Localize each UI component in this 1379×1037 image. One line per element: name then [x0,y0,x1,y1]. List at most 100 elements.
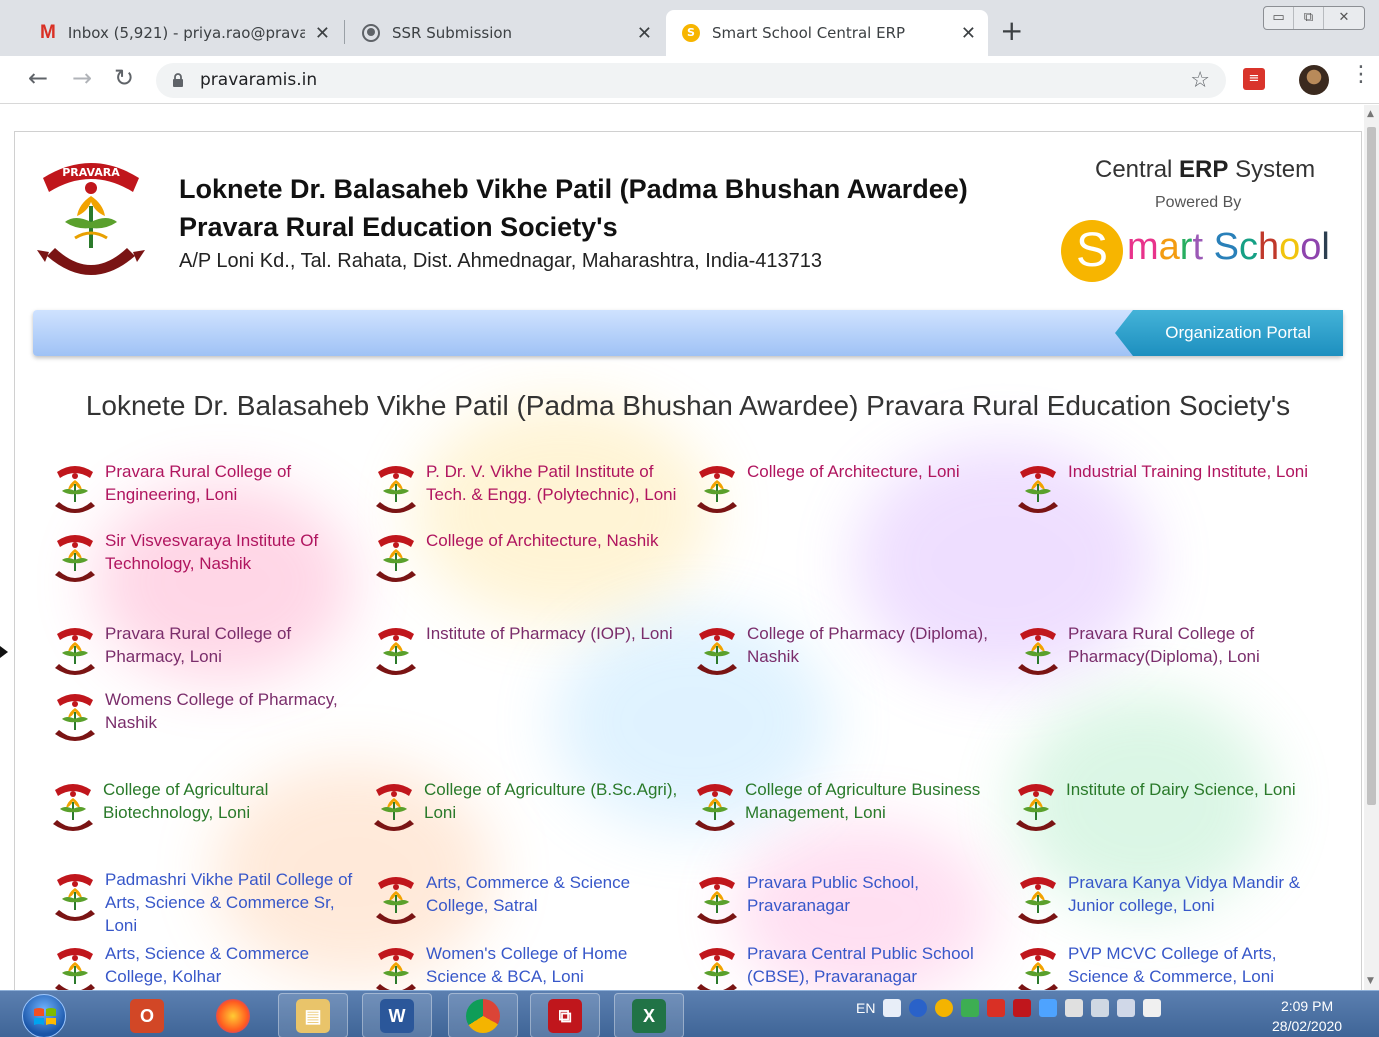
institution-link[interactable]: Pravara Central Public School (CBSE), Pr… [693,942,1003,990]
close-tab-icon[interactable]: ✕ [961,23,976,44]
back-button[interactable]: ← [28,64,48,92]
close-window-button[interactable]: ✕ [1324,7,1364,29]
organization-portal-button[interactable]: Organization Portal [1115,310,1343,356]
institution-link[interactable]: College of Agriculture Business Manageme… [691,778,1001,832]
institution-name[interactable]: Industrial Training Institute, Loni [1068,460,1308,483]
browser-toolbar: ← → ↻ pravaramis.in ☆ [0,56,1379,104]
page-viewport: PRAVARA 1964 Loknete Dr. Balasaheb Vikhe… [0,105,1364,990]
institution-name[interactable]: College of Agriculture Business Manageme… [745,778,1001,824]
tab-gmail[interactable]: M Inbox (5,921) - priya.rao@pravara ✕ [24,10,342,56]
reload-button[interactable]: ↻ [114,64,134,92]
pravara-emblem-icon [51,460,99,514]
language-indicator[interactable]: EN [856,1000,875,1016]
chrome-tray-icon[interactable] [935,999,954,1017]
institution-link[interactable]: Womens College of Pharmacy, Nashik [51,688,361,742]
institution-name[interactable]: College of Agriculture (B.Sc.Agri), Loni [424,778,680,824]
institution-link[interactable]: Institute of Pharmacy (IOP), Loni [372,622,682,676]
institution-link[interactable]: College of Architecture, Nashik [372,529,682,583]
institution-name[interactable]: College of Pharmacy (Diploma), Nashik [747,622,1003,668]
flag-tray-icon[interactable] [1065,999,1084,1017]
firefox-taskbar-button[interactable] [198,993,268,1037]
institution-name[interactable]: Pravara Rural College of Pharmacy(Diplom… [1068,622,1324,668]
close-tab-icon[interactable]: ✕ [315,23,330,44]
institution-link[interactable]: Arts, Commerce & Science College, Satral [372,871,682,925]
institution-link[interactable]: Industrial Training Institute, Loni [1014,460,1324,514]
extension-icon[interactable]: ≡ [1243,68,1265,90]
institution-link[interactable]: P. Dr. V. Vikhe Patil Institute of Tech.… [372,460,682,514]
institution-name[interactable]: Pravara Kanya Vidya Mandir & Junior coll… [1068,871,1324,917]
check-tray-icon[interactable] [961,999,980,1017]
institution-name[interactable]: Pravara Central Public School (CBSE), Pr… [747,942,1003,988]
remote-desktop-icon: ⧉ [548,998,582,1033]
tab-smart-school[interactable]: S Smart School Central ERP ✕ [666,10,988,56]
volume-tray-icon[interactable] [1143,999,1162,1017]
pdf-tray-icon[interactable] [883,999,902,1017]
profile-avatar[interactable] [1299,65,1329,95]
institution-name[interactable]: Pravara Public School, Pravaranagar [747,871,1003,917]
minimize-button[interactable]: ▭ [1264,7,1294,29]
chrome-taskbar-button[interactable] [448,993,518,1037]
network-tray-icon[interactable] [1091,999,1110,1017]
vpn-tray-icon[interactable] [1013,999,1032,1017]
institution-name[interactable]: PVP MCVC College of Arts, Science & Comm… [1068,942,1324,988]
institution-link[interactable]: College of Agricultural Biotechnology, L… [49,778,359,832]
pravara-emblem-icon [1012,778,1060,832]
pravara-emblem-icon [372,942,420,990]
institution-link[interactable]: Padmashri Vikhe Patil College of Arts, S… [51,868,361,937]
institution-name[interactable]: Pravara Rural College of Pharmacy, Loni [105,622,361,668]
word-taskbar-button[interactable]: W [362,993,432,1037]
tab-title: Smart School Central ERP [712,24,906,42]
institution-name[interactable]: Pravara Rural College of Engineering, Lo… [105,460,361,506]
institution-link[interactable]: College of Architecture, Loni [693,460,1003,514]
taskbar-clock[interactable]: 2:09 PM 28/02/2020 [1272,996,1342,1036]
institution-link[interactable]: Pravara Rural College of Pharmacy(Diplom… [1014,622,1324,676]
scroll-up-arrow[interactable]: ▲ [1367,109,1374,119]
close-tab-icon[interactable]: ✕ [637,23,652,44]
new-tab-button[interactable]: + [1000,14,1023,47]
institution-name[interactable]: Sir Visvesvaraya Institute Of Technology… [105,529,361,575]
institution-link[interactable]: Pravara Kanya Vidya Mandir & Junior coll… [1014,871,1324,925]
institution-name[interactable]: Arts, Commerce & Science College, Satral [426,871,682,917]
signal-tray-icon[interactable] [1117,999,1136,1017]
snowflake-tray-icon[interactable] [1039,999,1058,1017]
institution-link[interactable]: College of Pharmacy (Diploma), Nashik [693,622,1003,676]
institution-link[interactable]: Institute of Dairy Science, Loni [1012,778,1322,832]
tab-ssr-submission[interactable]: SSR Submission ✕ [346,10,664,56]
address-bar[interactable]: pravaramis.in ☆ [156,63,1226,98]
browser-menu-icon[interactable]: ⋮ [1350,62,1372,87]
institution-link[interactable]: Sir Visvesvaraya Institute Of Technology… [51,529,361,583]
help-tray-icon[interactable] [909,999,928,1017]
page-scrollbar[interactable]: ▲ ▼ [1364,105,1379,990]
remote-desktop-taskbar-button[interactable]: ⧉ [530,993,600,1037]
institution-name[interactable]: College of Architecture, Loni [747,460,960,483]
institution-name[interactable]: Institute of Pharmacy (IOP), Loni [426,622,673,645]
institution-name[interactable]: College of Agricultural Biotechnology, L… [103,778,359,824]
wordmark-letter: c [1238,226,1258,268]
explorer-taskbar-button[interactable]: ▤ [278,993,348,1037]
institution-link[interactable]: Pravara Public School, Pravaranagar [693,871,1003,925]
start-button[interactable] [22,994,66,1037]
institution-name[interactable]: P. Dr. V. Vikhe Patil Institute of Tech.… [426,460,682,506]
excel-taskbar-button[interactable]: X [614,993,684,1037]
institution-name[interactable]: Women's College of Home Science & BCA, L… [426,942,682,988]
institution-name[interactable]: Padmashri Vikhe Patil College of Arts, S… [105,868,361,937]
institution-link[interactable]: Women's College of Home Science & BCA, L… [372,942,682,990]
institution-link[interactable]: Arts, Science & Commerce College, Kolhar [51,942,361,990]
wordmark-letter: S [1213,226,1239,268]
institution-link[interactable]: Pravara Rural College of Pharmacy, Loni [51,622,361,676]
scroll-down-arrow[interactable]: ▼ [1367,976,1374,986]
institution-name[interactable]: Arts, Science & Commerce College, Kolhar [105,942,361,988]
institution-name[interactable]: College of Architecture, Nashik [426,529,658,552]
shield-tray-icon[interactable] [987,999,1006,1017]
institution-link[interactable]: Pravara Rural College of Engineering, Lo… [51,460,361,514]
institution-link[interactable]: College of Agriculture (B.Sc.Agri), Loni [370,778,680,832]
institution-name[interactable]: Womens College of Pharmacy, Nashik [105,688,361,734]
erp-title: Central ERP System [1095,156,1316,183]
institution-link[interactable]: PVP MCVC College of Arts, Science & Comm… [1014,942,1324,990]
maximize-button[interactable]: ⧉ [1294,7,1324,29]
outlook-taskbar-button[interactable]: O [112,993,182,1037]
institution-name[interactable]: Institute of Dairy Science, Loni [1066,778,1296,801]
forward-button[interactable]: → [72,64,92,92]
bookmark-star-icon[interactable]: ☆ [1190,63,1210,98]
scrollbar-thumb[interactable] [1367,127,1376,805]
